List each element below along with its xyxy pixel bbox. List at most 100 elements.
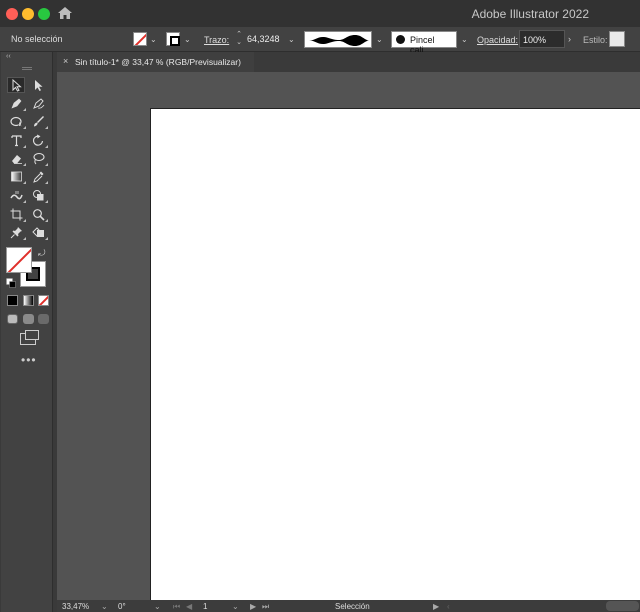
next-artboard-icon[interactable]: ▶ (250, 602, 256, 611)
curvature-pen-icon (32, 97, 44, 109)
stroke-weight-field[interactable]: 64,3248 (247, 30, 285, 48)
tool-group-corner-icon (23, 108, 26, 111)
pin-icon (10, 226, 22, 238)
document-tab-bar: × Sin título-1* @ 33,47 % (RGB/Previsual… (57, 52, 640, 72)
draw-normal-icon[interactable] (7, 314, 18, 324)
tool-group-corner-icon (45, 126, 48, 129)
stroke-color-swatch[interactable] (166, 32, 180, 46)
puppet-warp-tool[interactable] (7, 224, 26, 240)
tool-group-corner-icon (45, 145, 48, 148)
chevron-down-icon[interactable]: ⌄ (376, 35, 383, 44)
status-menu-icon[interactable]: ▶ (433, 602, 439, 611)
style-label: Estilo: (583, 35, 608, 45)
chevron-down-icon[interactable]: ⌄ (232, 602, 239, 611)
selection-tool[interactable] (7, 77, 25, 93)
opacity-field[interactable]: 100% (519, 30, 565, 48)
rotation-field[interactable]: 0° (118, 602, 126, 611)
brush-definition-dropdown[interactable]: Pincel cali... (391, 31, 457, 55)
artboard-tool[interactable] (7, 206, 26, 222)
direct-selection-arrow-icon (34, 79, 42, 91)
draw-inside-icon[interactable] (38, 314, 49, 324)
gradient-mode-button[interactable] (23, 295, 34, 306)
artboard-icon (10, 208, 22, 220)
previous-artboard-icon[interactable]: ◀ (186, 602, 192, 611)
tools-panel: ‹‹ ⤾ ••• (1, 52, 53, 612)
default-fill-stroke-icon[interactable] (6, 278, 16, 288)
tool-group-corner-icon (45, 200, 48, 203)
width-tool[interactable] (7, 187, 26, 203)
first-artboard-icon[interactable]: ⏮ (173, 602, 180, 612)
close-window-button[interactable] (6, 8, 18, 20)
color-mode-button[interactable] (7, 295, 18, 306)
selection-arrow-icon (12, 78, 22, 92)
scroll-left-icon[interactable]: ‹ (447, 602, 450, 611)
eraser-tool[interactable] (7, 150, 26, 166)
collapse-panel-icon[interactable]: ‹‹ (6, 53, 11, 60)
app-title: Adobe Illustrator 2022 (471, 7, 589, 21)
fill-color-swatch[interactable] (133, 32, 147, 46)
last-artboard-icon[interactable]: ⏭ (262, 602, 269, 612)
gradient-tool[interactable] (7, 168, 26, 184)
gradient-icon (10, 171, 22, 181)
tool-group-corner-icon (23, 163, 26, 166)
control-bar: No selección ⌄ ⌄ Trazo: ⌃ ⌄ 64,3248 ⌄ ⌄ P… (0, 27, 640, 55)
paintbrush-icon (33, 115, 44, 126)
live-paint-bucket-tool[interactable] (29, 224, 48, 240)
artboard[interactable] (151, 109, 640, 600)
tool-group-corner-icon (23, 145, 26, 148)
type-tool[interactable] (7, 132, 26, 148)
draw-behind-icon[interactable] (23, 314, 34, 324)
chevron-down-icon[interactable]: ⌄ (101, 602, 108, 611)
eyedropper-icon (32, 171, 43, 183)
document-tab[interactable]: × Sin título-1* @ 33,47 % (RGB/Previsual… (57, 52, 254, 72)
stroke-stepper-icon[interactable]: ⌃ ⌄ (234, 31, 244, 48)
tool-group-corner-icon (23, 181, 26, 184)
artboard-number-field[interactable]: 1 (203, 602, 207, 611)
chevron-down-icon[interactable]: ⌄ (150, 35, 157, 44)
home-icon[interactable] (57, 5, 73, 21)
fill-color-none[interactable] (6, 247, 32, 273)
variable-width-profile[interactable] (304, 31, 372, 48)
eraser-icon (11, 154, 22, 164)
swap-fill-stroke-icon[interactable]: ⤾ (38, 248, 46, 259)
status-text[interactable]: Selección (335, 602, 370, 611)
ellipse-tool[interactable] (7, 113, 26, 129)
zoom-tool[interactable] (29, 206, 48, 222)
chevron-down-icon[interactable]: ⌄ (288, 35, 295, 44)
title-bar: Adobe Illustrator 2022 (0, 0, 640, 27)
chevron-down-icon[interactable]: ⌄ (154, 602, 161, 611)
tool-group-corner-icon (23, 126, 26, 129)
shape-builder-icon (32, 189, 43, 200)
stroke-label[interactable]: Trazo: (204, 35, 229, 45)
zoom-level-field[interactable]: 33,47% (62, 602, 89, 611)
horizontal-scrollbar[interactable] (606, 601, 639, 611)
none-mode-button[interactable] (38, 295, 49, 306)
lasso-tool[interactable] (29, 150, 48, 166)
rotate-tool[interactable] (29, 132, 48, 148)
panel-grip-icon[interactable] (22, 67, 32, 70)
screen-mode-icon[interactable] (20, 330, 39, 345)
selection-status: No selección (11, 34, 63, 44)
canvas-area[interactable] (57, 72, 640, 600)
tool-group-corner-icon (45, 163, 48, 166)
pen-tool[interactable] (7, 95, 26, 111)
ellipse-icon (9, 116, 22, 128)
zoom-window-button[interactable] (38, 8, 50, 20)
tool-group-corner-icon (23, 237, 26, 240)
eyedropper-tool[interactable] (29, 168, 48, 184)
curvature-tool[interactable] (29, 95, 47, 111)
direct-selection-tool[interactable] (29, 77, 47, 93)
zoom-icon (32, 208, 45, 221)
paintbrush-tool[interactable] (29, 113, 48, 129)
opacity-label[interactable]: Opacidad: (477, 35, 518, 45)
shape-builder-tool[interactable] (29, 187, 48, 203)
chevron-right-icon[interactable]: › (568, 34, 571, 44)
graphic-style-swatch[interactable] (609, 31, 625, 47)
close-tab-icon[interactable]: × (63, 56, 68, 66)
paint-bucket-icon (31, 226, 44, 237)
edit-toolbar-icon[interactable]: ••• (21, 353, 37, 367)
minimize-window-button[interactable] (22, 8, 34, 20)
brush-dot-icon (396, 35, 405, 44)
chevron-down-icon[interactable]: ⌄ (184, 35, 191, 44)
chevron-down-icon[interactable]: ⌄ (461, 35, 468, 44)
